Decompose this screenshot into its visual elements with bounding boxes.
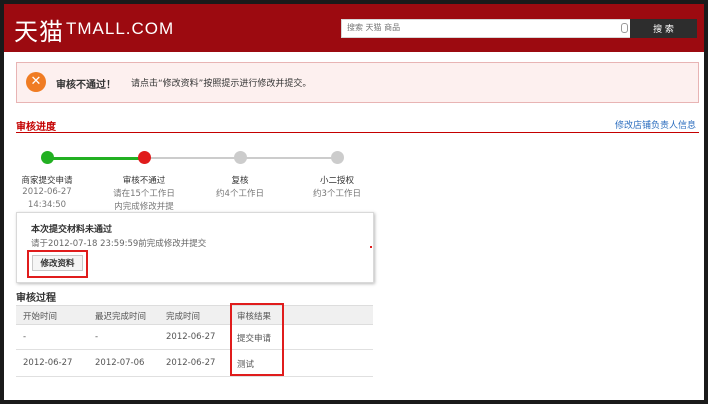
- search-button[interactable]: 搜 索: [630, 19, 697, 38]
- row-divider: [16, 349, 373, 350]
- column-header: 最迟完成时间: [95, 312, 147, 322]
- step-note: 约4个工作日: [216, 189, 264, 199]
- logo-english: TMALL.COM: [66, 19, 175, 38]
- table-cell: 2012-06-27: [23, 358, 73, 368]
- page: 天猫 TMALL.COM 搜 索 ✕ 审核不通过！ 请点击“修改资料”按照提示进…: [4, 4, 704, 400]
- red-marker: [370, 246, 372, 248]
- progress-track-done: [47, 157, 144, 160]
- column-header: 开始时间: [23, 312, 58, 322]
- step-dot-submitted: [41, 151, 54, 164]
- rejection-alert: ✕ 审核不通过！ 请点击“修改资料”按照提示进行修改并提交。: [16, 62, 699, 103]
- progress-section-title: 审核进度: [16, 122, 56, 133]
- step-dot-authorize: [331, 151, 344, 164]
- edit-owner-info-link[interactable]: 修改店铺负责人信息: [615, 118, 696, 131]
- step-date: 2012-06-27: [22, 187, 72, 197]
- rejection-notice: 本次提交材料未通过 请于2012-07-18 23:59:59前完成修改并提交 …: [16, 212, 374, 283]
- table-cell: 2012-07-06: [95, 358, 145, 368]
- step-name: 审核不通过: [122, 176, 166, 186]
- table-cell: -: [23, 332, 27, 342]
- edit-button-highlight: 修改资料: [27, 250, 88, 278]
- notice-title: 本次提交材料未通过: [31, 225, 113, 235]
- search-box: [341, 19, 633, 38]
- result-column-highlight: [230, 303, 284, 376]
- table-cell: 2012-06-27: [166, 332, 216, 342]
- step-dot-recheck: [234, 151, 247, 164]
- column-header: 完成时间: [166, 312, 201, 322]
- microphone-icon[interactable]: [621, 23, 628, 33]
- table-cell: -: [95, 332, 99, 342]
- step-note: 请在15个工作日: [113, 189, 175, 199]
- step-note: 约3个工作日: [313, 189, 361, 199]
- alert-title: 审核不通过！: [56, 80, 116, 91]
- alert-message: 请点击“修改资料”按照提示进行修改并提交。: [131, 79, 312, 89]
- step-time: 14:34:50: [27, 200, 67, 210]
- search-input[interactable]: [342, 20, 602, 35]
- section-divider: [16, 132, 699, 133]
- error-icon: ✕: [26, 72, 46, 92]
- step-name: 小二授权: [319, 176, 354, 186]
- process-section-title: 审核过程: [16, 293, 56, 304]
- step-dot-rejected: [138, 151, 151, 164]
- notice-deadline: 请于2012-07-18 23:59:59前完成修改并提交: [31, 239, 207, 249]
- header: 天猫 TMALL.COM 搜 索: [4, 4, 704, 52]
- table-cell: 2012-06-27: [166, 358, 216, 368]
- edit-materials-button[interactable]: 修改资料: [32, 255, 83, 271]
- step-name: 复核: [231, 176, 249, 186]
- step-name: 商家提交申请: [21, 176, 73, 186]
- row-divider: [16, 376, 373, 377]
- step-note: 内完成修改并提: [114, 202, 174, 212]
- logo-chinese: 天猫: [14, 18, 64, 46]
